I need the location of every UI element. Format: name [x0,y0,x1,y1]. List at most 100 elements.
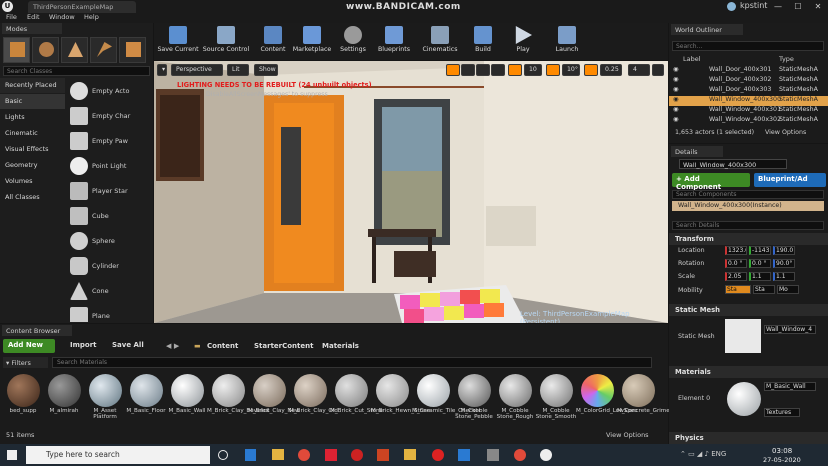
transform-section[interactable]: Transform [669,233,828,245]
static-mesh-section[interactable]: Static Mesh [669,304,828,316]
details-tab[interactable]: Details [671,146,723,157]
category-cinematic[interactable]: Cinematic [0,126,65,141]
scale-tool-icon[interactable] [476,64,490,76]
static-mesh-thumbnail[interactable] [725,319,761,353]
scale-snap-value[interactable]: 0.25 [600,64,622,76]
filters-button[interactable]: ▾ Filters [3,357,48,368]
asset-tile[interactable]: M_Basic_Floor [126,372,166,427]
outliner-row[interactable]: ◉ Wall_Door_400x302 StaticMeshA [669,76,828,86]
asset-tile[interactable]: M_ColorGrid_LowSpec [576,372,637,427]
place-mode-button[interactable] [3,37,30,63]
menu-file[interactable]: File [6,13,17,21]
translate-tool-icon[interactable] [446,64,460,76]
rotation-z[interactable]: 90.0° [773,259,795,268]
location-z[interactable]: 190.0 [773,246,795,255]
location-y[interactable]: -1143. [749,246,771,255]
grid-snap-icon[interactable] [508,64,522,76]
pdf-icon[interactable] [325,449,337,461]
asset-tile[interactable]: M_Brick_Cut_Stone [330,372,383,427]
taskbar-search-input[interactable]: Type here to search [26,446,210,464]
asset-tile[interactable]: bed_supp [4,372,42,427]
bandicam-icon[interactable] [432,449,444,461]
folder-icon[interactable] [404,449,416,460]
actor-name-field[interactable]: Wall_Window_400x300 [679,159,787,169]
rotation-y[interactable]: 0.0 ° [749,259,771,268]
materials-section[interactable]: Materials [669,366,828,378]
settings-button[interactable]: Settings [336,25,370,58]
placeable-empty-pawn[interactable]: Empty Paw [68,129,146,153]
menu-edit[interactable]: Edit [27,13,40,21]
asset-tile[interactable]: M_Concrete_Grime [617,372,670,427]
app-icon[interactable] [487,449,499,461]
search-classes-input[interactable]: Search Classes [3,66,150,76]
placeable-plane[interactable]: Plane [68,304,146,322]
back-arrow-icon[interactable]: ◀ ▶ [166,342,179,350]
system-tray-icons[interactable]: ⌃ ▭ ◢ ♪ ENG [680,450,750,460]
rotation-label[interactable]: Rotation [678,260,704,267]
paint-mode-button[interactable] [32,37,59,63]
foliage-mode-button[interactable] [90,37,117,63]
level-viewport[interactable]: ▾ Perspective Lit Show 10 10° 0.25 4 LIG… [154,61,668,323]
label-column-header[interactable]: Label [683,55,701,63]
placeable-player-start[interactable]: Player Star [68,179,146,203]
blueprints-button[interactable]: Blueprints [374,25,414,58]
search-materials-input[interactable]: Search Materials [52,357,652,368]
add-new-button[interactable]: Add New [3,339,55,353]
build-button[interactable]: Build [470,25,496,58]
show-button[interactable]: Show [254,64,278,76]
component-search-input[interactable]: Search Components [672,190,824,199]
placeable-cone[interactable]: Cone [68,279,146,303]
content-button[interactable]: Content [258,25,288,58]
type-column-header[interactable]: Type [779,55,794,63]
placeable-sphere[interactable]: Sphere [68,229,146,253]
clock-date[interactable]: 27-05-2020 [763,456,801,464]
world-space-icon[interactable] [491,64,505,76]
static-mesh-dropdown[interactable]: Wall_Window_4 [764,325,816,334]
rotation-x[interactable]: 0.0 ° [725,259,747,268]
category-lights[interactable]: Lights [0,110,65,125]
category-recently-placed[interactable]: Recently Placed [0,78,65,93]
lit-button[interactable]: Lit [227,64,249,76]
placeable-cube[interactable]: Cube [68,204,146,228]
physics-section[interactable]: Physics [669,432,828,444]
add-component-button[interactable]: + Add Component [672,173,750,191]
asset-tile[interactable]: M_Brick_Hewn_Stone [371,372,430,427]
scale-z[interactable]: 1.1 [773,272,795,281]
asset-tile[interactable]: M_Brick_Clay_Beveled [207,372,269,427]
chrome-icon[interactable] [298,449,310,461]
asset-tile[interactable]: M_Brick_Clay_Old [289,372,338,427]
outliner-row-selected[interactable]: ◉ Wall_Window_400x300 StaticMeshA [669,96,828,106]
material-thumbnail[interactable] [727,382,761,416]
source-control-button[interactable]: Source Control [202,25,250,58]
clock-time[interactable]: 03:08 [772,447,792,455]
maximize-button[interactable]: ☐ [788,0,808,13]
menu-window[interactable]: Window [49,13,75,21]
placeable-point-light[interactable]: Point Light [68,154,146,178]
details-search-input[interactable]: Search Details [672,221,824,230]
location-x[interactable]: 1323.0 [725,246,747,255]
category-all-classes[interactable]: All Classes [0,190,65,205]
store-icon[interactable] [458,449,470,461]
modes-tab[interactable]: Modes [2,23,62,34]
world-outliner-tab[interactable]: World Outliner [671,24,743,35]
maximize-viewport-icon[interactable] [652,64,664,76]
angle-snap-value[interactable]: 10° [562,64,580,76]
location-label[interactable]: Location [678,247,705,254]
view-options-button[interactable]: View Options [606,431,649,439]
asset-tile[interactable]: M_Cobble Stone_Pebble [455,372,493,427]
office-icon[interactable] [377,449,389,461]
asset-tile[interactable]: M_Ceramic_Tile_Checker [412,372,481,427]
instance-row[interactable]: Wall_Window_400x300(Instance) [672,201,824,211]
opera-icon[interactable] [351,449,363,461]
asset-tile[interactable]: M_Cobble Stone_Rough [496,372,534,427]
unreal-engine-icon[interactable] [540,449,552,461]
map-tab[interactable]: ThirdPersonExampleMap [28,1,136,13]
asset-tile[interactable]: M_Asset Platform [86,372,124,427]
outliner-view-options[interactable]: View Options [765,129,806,136]
edge-icon[interactable] [245,449,256,461]
category-visual-effects[interactable]: Visual Effects [0,142,65,157]
category-geometry[interactable]: Geometry [0,158,65,173]
mobility-static[interactable]: Sta [725,285,751,294]
landscape-mode-button[interactable] [61,37,88,63]
category-volumes[interactable]: Volumes [0,174,65,189]
